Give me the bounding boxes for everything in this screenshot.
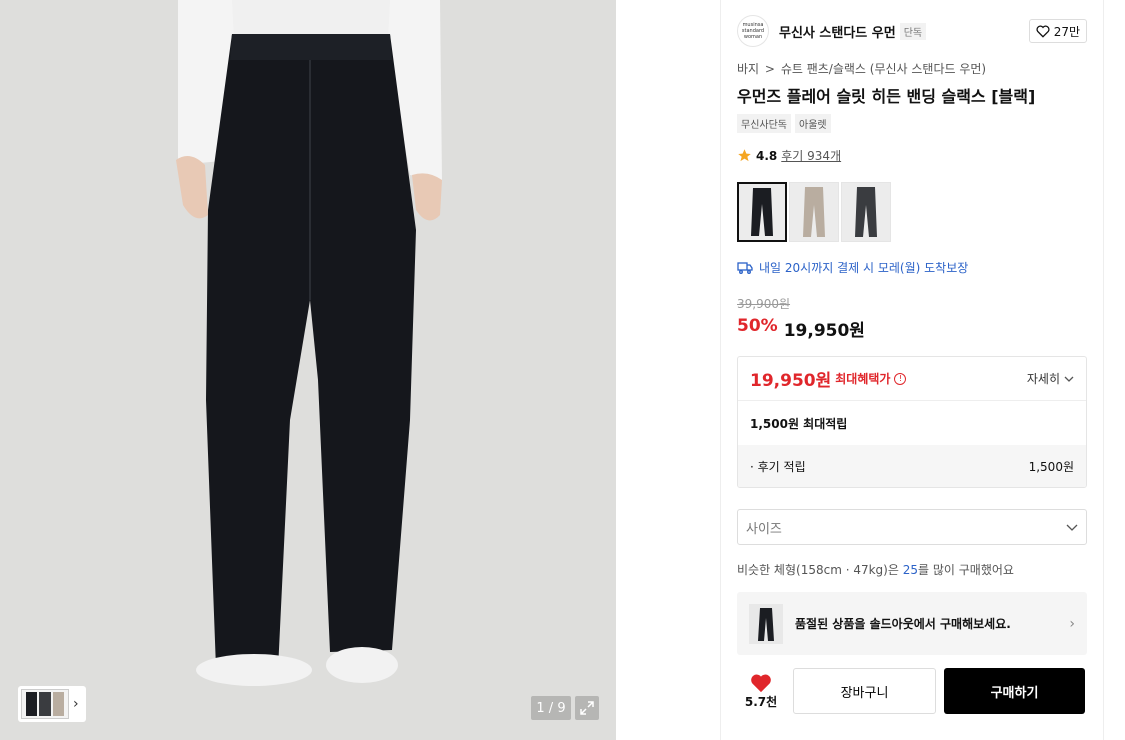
review-points-value: 1,500원 [1028,459,1074,474]
review-points-row: · 후기 적립 1,500원 [738,445,1086,487]
breadcrumb-category[interactable]: 바지 [737,62,759,76]
similar-size: 25 [902,563,918,577]
brand-like-count: 27만 [1053,24,1080,39]
original-price: 39,900원 [737,297,791,311]
add-to-cart-button[interactable]: 장바구니 [793,668,936,714]
breadcrumb-separator: > [764,62,775,76]
max-benefit-label: 최대혜택가 [835,372,891,386]
brand-name[interactable]: 무신사 스탠다드 우먼 [779,22,896,41]
size-select-placeholder: 사이즈 [746,521,782,537]
discount-rate: 50% [737,316,778,336]
color-swatch-black[interactable] [737,182,787,242]
review-count-link[interactable]: 후기 934개 [781,147,841,164]
rating-row: 4.8 후기 934개 [737,147,841,164]
badge-exclusive: 무신사단독 [737,114,791,133]
wishlist-button[interactable]: 5.7천 [737,673,785,710]
expand-icon[interactable] [575,696,599,720]
price-row: 50% 19,950원 [737,316,865,341]
thumbnail-image[interactable] [21,689,69,719]
review-points-label: · 후기 적립 [750,459,806,474]
info-icon[interactable]: ! [894,372,907,385]
heart-filled-icon [751,674,771,692]
soldout-thumbnail [749,603,783,644]
wishlist-count: 5.7천 [744,694,778,709]
max-benefit-box: 19,950원 최대혜택가 ! 자세히 1,500원 최대적립 · 후기 적립 … [737,356,1087,488]
max-benefit-header[interactable]: 19,950원 최대혜택가 ! 자세히 [738,357,1086,401]
buy-now-button[interactable]: 구매하기 [944,668,1085,714]
benefit-detail-label: 자세히 [1026,372,1060,386]
sale-price: 19,950원 [783,321,865,341]
heart-outline-icon [1036,25,1050,38]
brand-logo[interactable]: musinsa standard woman [737,15,769,47]
similar-body-recommendation: 비슷한 체형(158cm · 47kg)은 25를 많이 구매했어요 [737,561,1014,578]
chevron-down-icon [1064,376,1074,382]
delivery-guarantee: 내일 20시까지 결제 시 모레(월) 도착보장 [737,259,968,276]
color-options [737,182,891,242]
product-title: 우먼즈 플레어 슬릿 히든 밴딩 슬랙스 [블랙] [737,87,1036,106]
product-badges: 무신사단독 아울렛 [737,114,831,133]
brand-like-button[interactable]: 27만 [1028,19,1087,43]
color-swatch-charcoal[interactable] [841,182,891,242]
product-gallery[interactable]: › 1 / 9 [0,0,616,740]
product-info-panel: musinsa standard woman 무신사 스탠다드 우먼 단독 27… [720,0,1104,740]
similar-suffix: 를 많이 구매했어요 [918,563,1014,577]
brand-exclusive-badge: 단독 [899,22,927,40]
badge-outlet: 아울렛 [795,114,831,133]
soldout-banner[interactable]: 품절된 상품을 솔드아웃에서 구매해보세요. › [737,592,1087,655]
breadcrumb: 바지 > 슈트 팬츠/슬랙스 (무신사 스탠다드 우먼) [737,60,988,77]
thumbnail-strip[interactable]: › [18,686,86,722]
similar-prefix: 비슷한 체형(158cm · 47kg)은 [737,563,903,577]
benefit-detail-toggle[interactable]: 자세히 [1027,370,1074,387]
color-swatch-beige[interactable] [789,182,839,242]
product-photo [0,0,616,740]
delivery-text: 내일 20시까지 결제 시 모레(월) 도착보장 [759,261,969,275]
rating-score: 4.8 [756,148,778,163]
image-counter: 1 / 9 [531,696,571,720]
delivery-truck-icon [737,261,753,274]
soldout-text: 품절된 상품을 솔드아웃에서 구매해보세요. [795,617,1011,631]
size-select[interactable]: 사이즈 [737,509,1087,545]
chevron-right-icon: › [1069,615,1075,632]
max-benefit-price: 19,950원 [750,371,832,391]
star-icon [738,149,751,162]
chevron-right-icon[interactable]: › [73,696,79,712]
points-summary: 1,500원 최대적립 [750,416,848,431]
breadcrumb-subcategory[interactable]: 슈트 팬츠/슬랙스 (무신사 스탠다드 우먼) [781,62,986,76]
purchase-actions: 5.7천 장바구니 구매하기 [737,668,1087,714]
chevron-down-icon [1066,524,1078,531]
brand-row: musinsa standard woman 무신사 스탠다드 우먼 단독 27… [737,14,1087,48]
